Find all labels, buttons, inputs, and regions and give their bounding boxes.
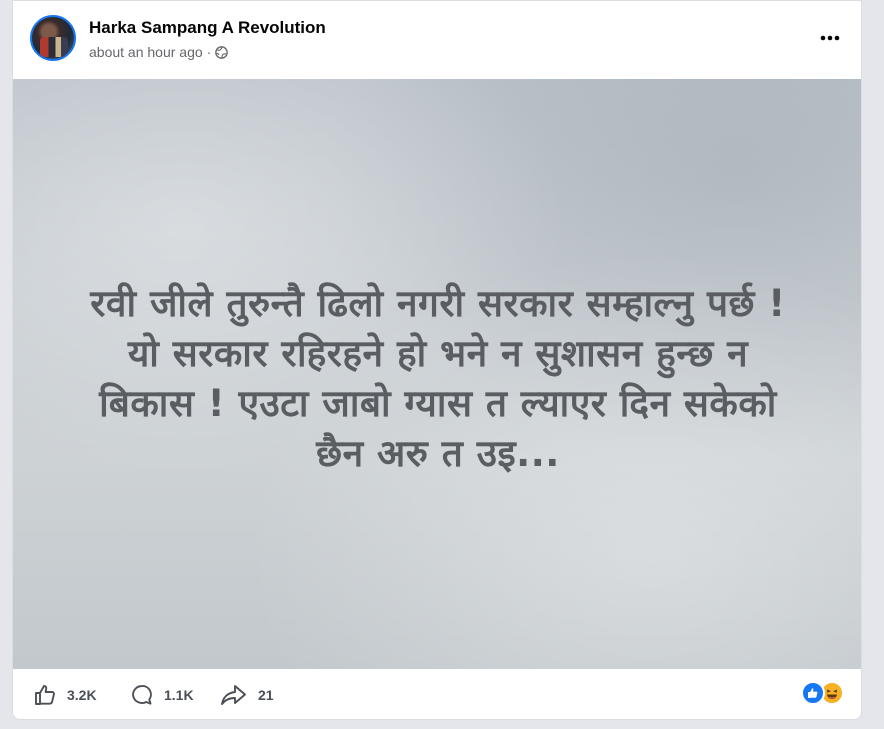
post-card: Harka Sampang A Revolution about an hour… <box>12 0 862 720</box>
more-options-button[interactable] <box>817 25 843 51</box>
share-count: 21 <box>258 687 274 703</box>
post-meta: about an hour ago · <box>89 44 229 60</box>
post-header: Harka Sampang A Revolution about an hour… <box>13 1 861 79</box>
post-image[interactable]: रवी जीले तुरुन्तै ढिलो नगरी सरकार सम्हाल… <box>13 79 861 669</box>
globe-icon <box>215 45 229 59</box>
post-time[interactable]: about an hour ago <box>89 44 203 60</box>
like-reaction-icon <box>801 681 825 705</box>
page-name[interactable]: Harka Sampang A Revolution <box>89 18 326 38</box>
meta-separator: · <box>206 44 212 60</box>
page-avatar[interactable] <box>30 15 76 61</box>
post-image-text: रवी जीले तुरुन्तै ढिलो नगरी सरकार सम्हाल… <box>43 279 833 479</box>
post-text-line: यो सरकार रहिरहने हो भने न सुशासन हुन्छ न <box>127 332 749 375</box>
post-text-line: रवी जीले तुरुन्तै ढिलो नगरी सरकार सम्हाल… <box>90 282 786 325</box>
reaction-icons[interactable] <box>801 681 847 707</box>
post-footer: 3.2K 1.1K 21 <box>13 669 861 719</box>
post-text-line: बिकास ! एउटा जाबो ग्यास त ल्याएर दिन सके… <box>99 382 777 425</box>
post-text-line: छैन अरु त उइ... <box>316 432 560 475</box>
like-button[interactable]: 3.2K <box>33 683 97 707</box>
comment-button[interactable]: 1.1K <box>130 683 194 707</box>
share-button[interactable]: 21 <box>220 683 274 707</box>
comment-count: 1.1K <box>164 687 194 703</box>
more-horizontal-icon <box>820 35 840 41</box>
share-icon <box>221 685 246 705</box>
comment-icon <box>132 685 152 705</box>
like-count: 3.2K <box>67 687 97 703</box>
like-icon <box>35 685 55 705</box>
